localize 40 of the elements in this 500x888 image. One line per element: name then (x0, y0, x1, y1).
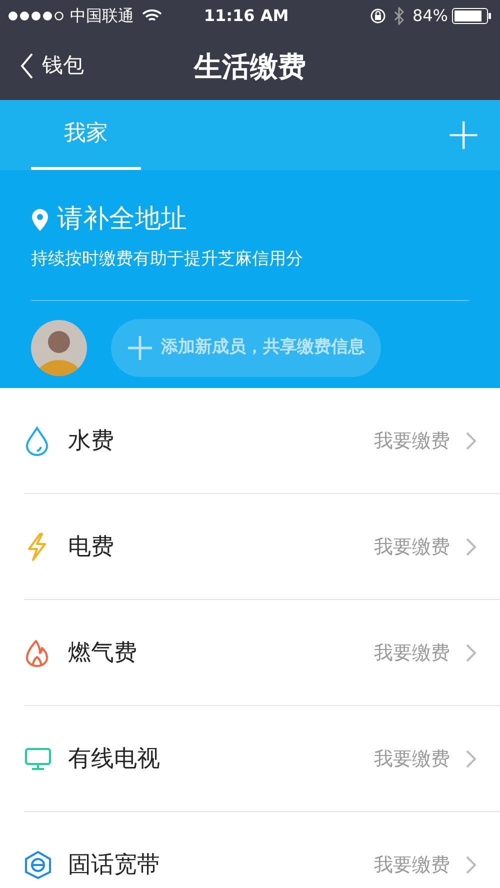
chevron-right-icon (466, 644, 476, 662)
monitor-icon (24, 746, 52, 772)
chevron-right-icon (466, 856, 476, 874)
bluetooth-icon (394, 7, 404, 25)
pay-link[interactable]: 我要缴费 (374, 850, 450, 880)
service-name: 水费 (68, 426, 115, 456)
service-row[interactable]: 有线电视 我要缴费 (0, 706, 500, 812)
page-title: 生活缴费 (194, 49, 306, 85)
back-chevron-icon (20, 53, 34, 79)
add-button[interactable]: + (427, 113, 500, 157)
back-button[interactable]: 钱包 (0, 32, 84, 100)
service-row[interactable]: 电费 我要缴费 (0, 494, 500, 600)
service-name: 有线电视 (68, 744, 161, 774)
signal-icon (8, 11, 66, 21)
plus-icon (127, 334, 153, 360)
credit-hint: 持续按时缴费有助于提升芝麻信用分 (31, 248, 304, 271)
pay-link[interactable]: 我要缴费 (374, 638, 450, 668)
wifi-icon (142, 9, 162, 23)
address-prompt[interactable]: 请补全地址 (57, 200, 187, 239)
battery-percent: 84% (412, 5, 448, 27)
battery-icon (452, 8, 492, 24)
location-pin-icon (31, 208, 49, 232)
chevron-right-icon (466, 750, 476, 768)
pay-link[interactable]: 我要缴费 (374, 426, 450, 456)
flame-icon (24, 638, 50, 668)
service-name: 固话宽带 (68, 850, 161, 880)
service-row[interactable]: 固话宽带 我要缴费 (0, 812, 500, 888)
rotation-lock-icon (370, 8, 386, 24)
service-row[interactable]: 燃气费 我要缴费 (0, 600, 500, 706)
chevron-right-icon (466, 432, 476, 450)
status-time: 11:16 AM (202, 5, 290, 27)
pay-link[interactable]: 我要缴费 (374, 532, 450, 562)
chevron-right-icon (466, 538, 476, 556)
service-row[interactable]: 水费 我要缴费 (0, 388, 500, 494)
pay-link[interactable]: 我要缴费 (374, 744, 450, 774)
service-name: 燃气费 (68, 638, 138, 668)
add-member-button[interactable]: 添加新成员，共享缴费信息 (111, 318, 381, 376)
carrier-name: 中国联通 (70, 5, 134, 27)
water-drop-icon (24, 426, 50, 456)
service-name: 电费 (68, 532, 115, 562)
